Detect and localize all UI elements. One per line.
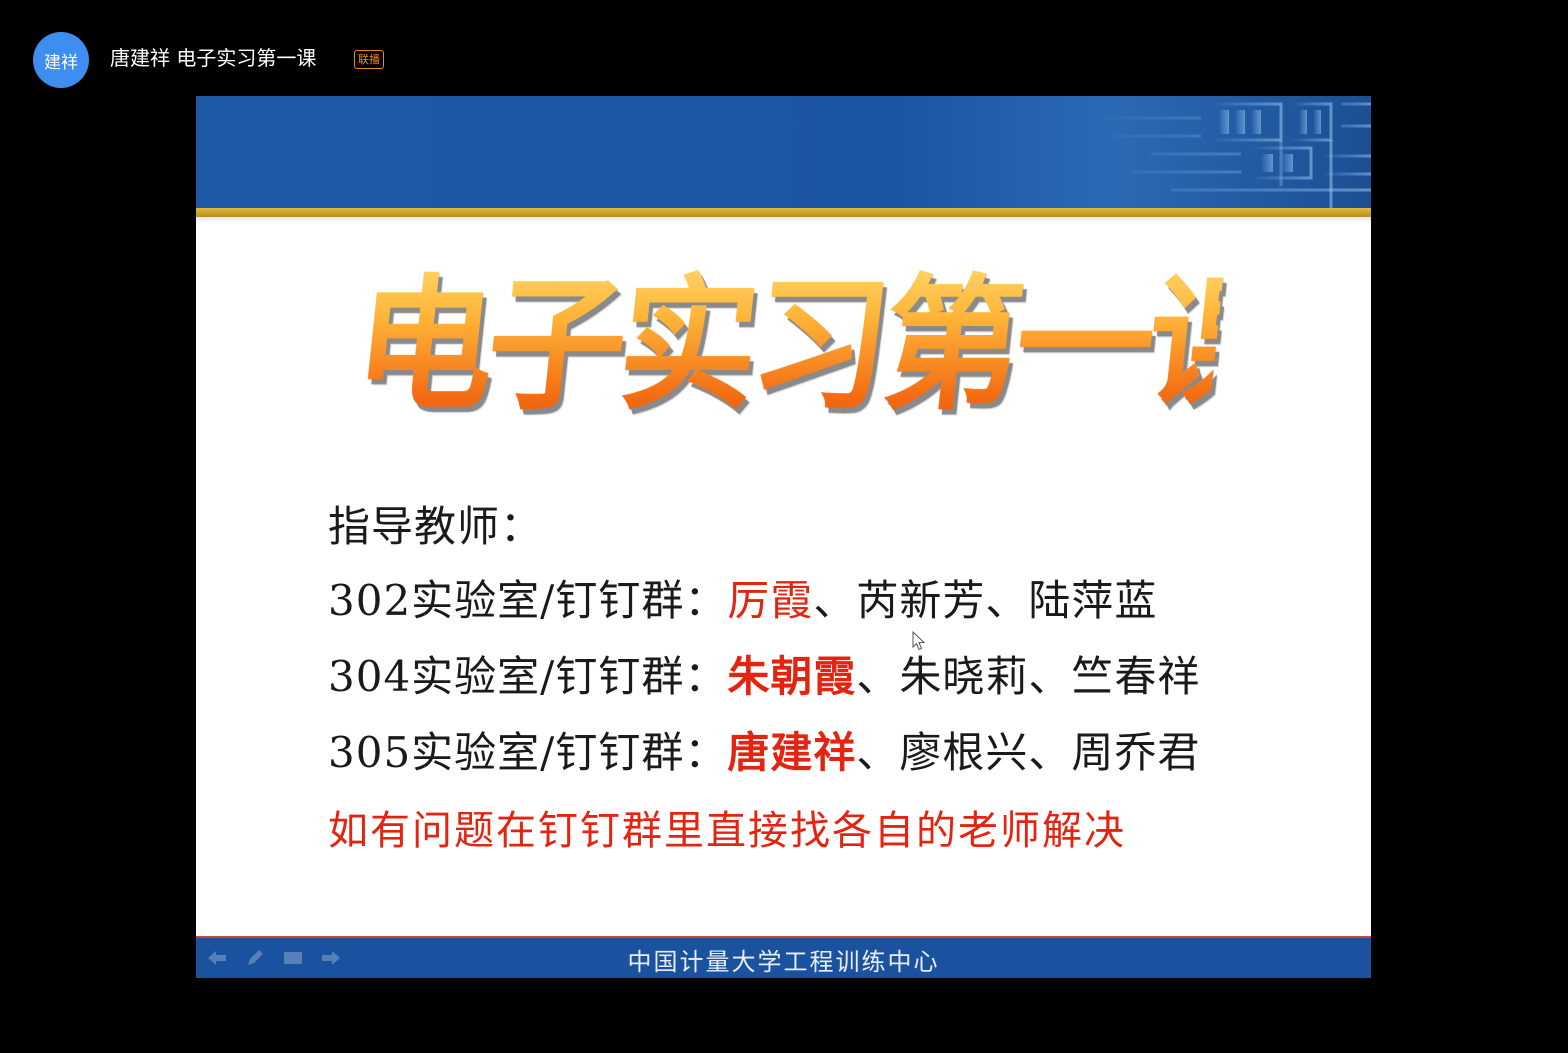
lab-prefix: 304实验室/钉钉群： <box>328 652 728 701</box>
lead-teacher: 厉霞 <box>727 576 814 625</box>
other-teachers: 、芮新芳、陆萍蓝 <box>813 576 1158 625</box>
lead-teacher: 唐建祥 <box>727 728 857 777</box>
lab-305-row: 305实验室/钉钉群：唐建祥、廖根兴、周乔君 <box>328 728 1200 778</box>
stream-title: 唐建祥 电子实习第一课 <box>110 46 317 70</box>
gold-divider <box>196 208 1371 217</box>
footer-organization: 中国计量大学工程训练中心 <box>627 948 940 976</box>
slide-title: 电子实习第一课 <box>345 241 1289 451</box>
lab-304-row: 304实验室/钉钉群：朱朝霞、朱晓莉、竺春祥 <box>328 652 1200 702</box>
slide-header-banner <box>196 96 1371 208</box>
lead-teacher: 朱朝霞 <box>727 652 857 701</box>
lab-prefix: 305实验室/钉钉群： <box>328 728 728 777</box>
divider-shadow <box>196 217 1371 223</box>
live-badge: 联播 <box>354 50 384 69</box>
lab-302-row: 302实验室/钉钉群：厉霞、芮新芳、陆萍蓝 <box>328 576 1157 626</box>
avatar[interactable]: 建祥 <box>33 32 89 88</box>
live-viewer: 建祥 唐建祥 电子实习第一课 联播 电子实习第一课 指导教师： 302实验室/钉… <box>0 0 1568 1053</box>
presentation-slide: 电子实习第一课 指导教师： 302实验室/钉钉群：厉霞、芮新芳、陆萍蓝 304实… <box>196 96 1371 978</box>
mouse-cursor-icon <box>912 631 926 651</box>
lab-prefix: 302实验室/钉钉群： <box>328 576 728 625</box>
other-teachers: 、朱晓莉、竺春祥 <box>856 652 1201 701</box>
instructors-heading: 指导教师： <box>328 502 544 551</box>
help-note: 如有问题在钉钉群里直接找各自的老师解决 <box>328 808 1126 854</box>
slide-footer: 中国计量大学工程训练中心 <box>196 936 1371 978</box>
other-teachers: 、廖根兴、周乔君 <box>856 728 1201 777</box>
circuit-pattern-decoration <box>1091 102 1371 208</box>
